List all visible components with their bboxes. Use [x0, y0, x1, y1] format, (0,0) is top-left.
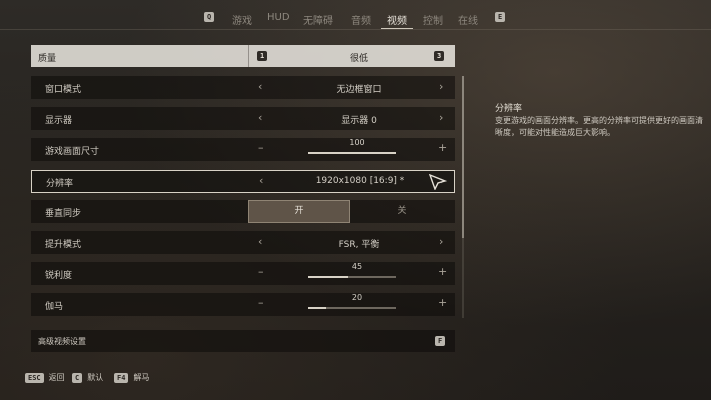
quality-value: 很低 — [349, 54, 368, 64]
unbind-label: 解马 — [133, 373, 150, 382]
chevron-left-icon[interactable]: ‹ — [258, 80, 262, 93]
advanced-video-settings-label: 高级视频设置 — [38, 337, 86, 346]
gamma-slider-fill — [308, 307, 326, 309]
plus-icon[interactable]: + — [438, 296, 447, 309]
sharpness-row[interactable]: 锐利度 – 45 + — [31, 262, 455, 285]
tab-video[interactable]: 视频 — [387, 12, 407, 27]
quality-prev-key[interactable]: 1 — [257, 51, 268, 61]
upscale-mode-row[interactable]: 提升模式 ‹ FSR, 平衡 › — [31, 231, 455, 254]
description-title: 分辨率 — [495, 104, 523, 114]
footer-default[interactable]: C 默认 — [72, 372, 103, 383]
display-row[interactable]: 显示器 ‹ 显示器 0 › — [31, 107, 455, 130]
minus-icon[interactable]: – — [258, 296, 264, 309]
c-key: C — [72, 372, 83, 383]
resolution-value: 1920x1080 [16:9] * — [315, 176, 405, 186]
game-size-value: 100 — [349, 138, 365, 147]
description-body: 变更游戏的画面分辨率。更高的分辨率可提供更好的画面清晰度，可能对性能造成巨大影响… — [495, 116, 703, 137]
resolution-row[interactable]: 分辨率 ‹ 1920x1080 [16:9] * › — [31, 170, 455, 193]
footer-back[interactable]: ESC 返回 — [25, 372, 65, 383]
vsync-row[interactable]: 垂直同步 开 关 — [31, 200, 455, 223]
vsync-off-button[interactable]: 关 — [351, 200, 453, 223]
game-size-slider[interactable] — [308, 152, 396, 154]
upscale-mode-value: FSR, 平衡 — [338, 240, 380, 250]
chevron-left-icon[interactable]: ‹ — [259, 174, 263, 187]
display-label: 显示器 — [45, 116, 73, 126]
quality-row[interactable]: 质量 1 很低 3 — [31, 45, 455, 67]
tab-next-key[interactable]: E — [495, 12, 506, 22]
scrollbar-thumb[interactable] — [462, 76, 464, 238]
tab-online[interactable]: 在线 — [458, 12, 478, 27]
chevron-right-icon[interactable]: › — [439, 235, 443, 248]
sharpness-slider-fill — [308, 276, 348, 278]
chevron-right-icon[interactable]: › — [439, 80, 443, 93]
quality-label: 质量 — [38, 54, 57, 64]
gamma-value: 20 — [351, 293, 363, 302]
game-size-label: 游戏画面尺寸 — [45, 147, 100, 157]
tab-controls[interactable]: 控制 — [423, 12, 443, 27]
window-mode-value: 无边框窗口 — [336, 85, 382, 95]
default-label: 默认 — [87, 373, 104, 382]
window-mode-label: 窗口模式 — [45, 85, 82, 95]
tab-divider — [0, 29, 711, 30]
advanced-video-settings-row[interactable]: 高级视频设置 F — [31, 330, 455, 352]
vsync-on-button[interactable]: 开 — [248, 200, 350, 223]
tab-game[interactable]: 游戏 — [232, 12, 252, 27]
display-value: 显示器 0 — [341, 116, 377, 126]
sharpness-slider[interactable] — [308, 276, 396, 278]
minus-icon[interactable]: – — [258, 265, 264, 278]
quality-divider — [248, 45, 249, 67]
tab-audio[interactable]: 音频 — [351, 12, 371, 27]
game-size-slider-fill — [308, 152, 396, 154]
chevron-left-icon[interactable]: ‹ — [258, 111, 262, 124]
footer-unbind[interactable]: F4 解马 — [114, 372, 149, 383]
tab-hud[interactable]: HUD — [267, 12, 290, 23]
quality-next-key[interactable]: 3 — [434, 51, 445, 61]
top-tab-bar: Q 游戏 HUD 无障碍 音频 视频 控制 在线 E — [0, 0, 711, 34]
window-mode-row[interactable]: 窗口模式 ‹ 无边框窗口 › — [31, 76, 455, 99]
upscale-mode-label: 提升模式 — [45, 240, 82, 250]
gamma-slider[interactable] — [308, 307, 396, 309]
gamma-row[interactable]: 伽马 – 20 + — [31, 293, 455, 316]
game-size-row[interactable]: 游戏画面尺寸 – 100 + — [31, 138, 455, 161]
f4-key: F4 — [114, 372, 129, 383]
vsync-label: 垂直同步 — [45, 209, 82, 219]
back-label: 返回 — [48, 373, 65, 382]
chevron-left-icon[interactable]: ‹ — [258, 235, 262, 248]
tab-accessibility[interactable]: 无障碍 — [303, 12, 333, 27]
advanced-settings-key[interactable]: F — [435, 336, 446, 346]
plus-icon[interactable]: + — [438, 141, 447, 154]
sharpness-label: 锐利度 — [45, 271, 73, 281]
tab-prev-key[interactable]: Q — [204, 12, 215, 22]
minus-icon[interactable]: – — [258, 141, 264, 154]
resolution-label: 分辨率 — [46, 179, 74, 189]
sharpness-value: 45 — [351, 262, 363, 271]
gamma-label: 伽马 — [45, 302, 64, 312]
esc-key: ESC — [25, 372, 44, 383]
chevron-right-icon[interactable]: › — [439, 111, 443, 124]
mouse-cursor-icon — [429, 174, 447, 190]
plus-icon[interactable]: + — [438, 265, 447, 278]
